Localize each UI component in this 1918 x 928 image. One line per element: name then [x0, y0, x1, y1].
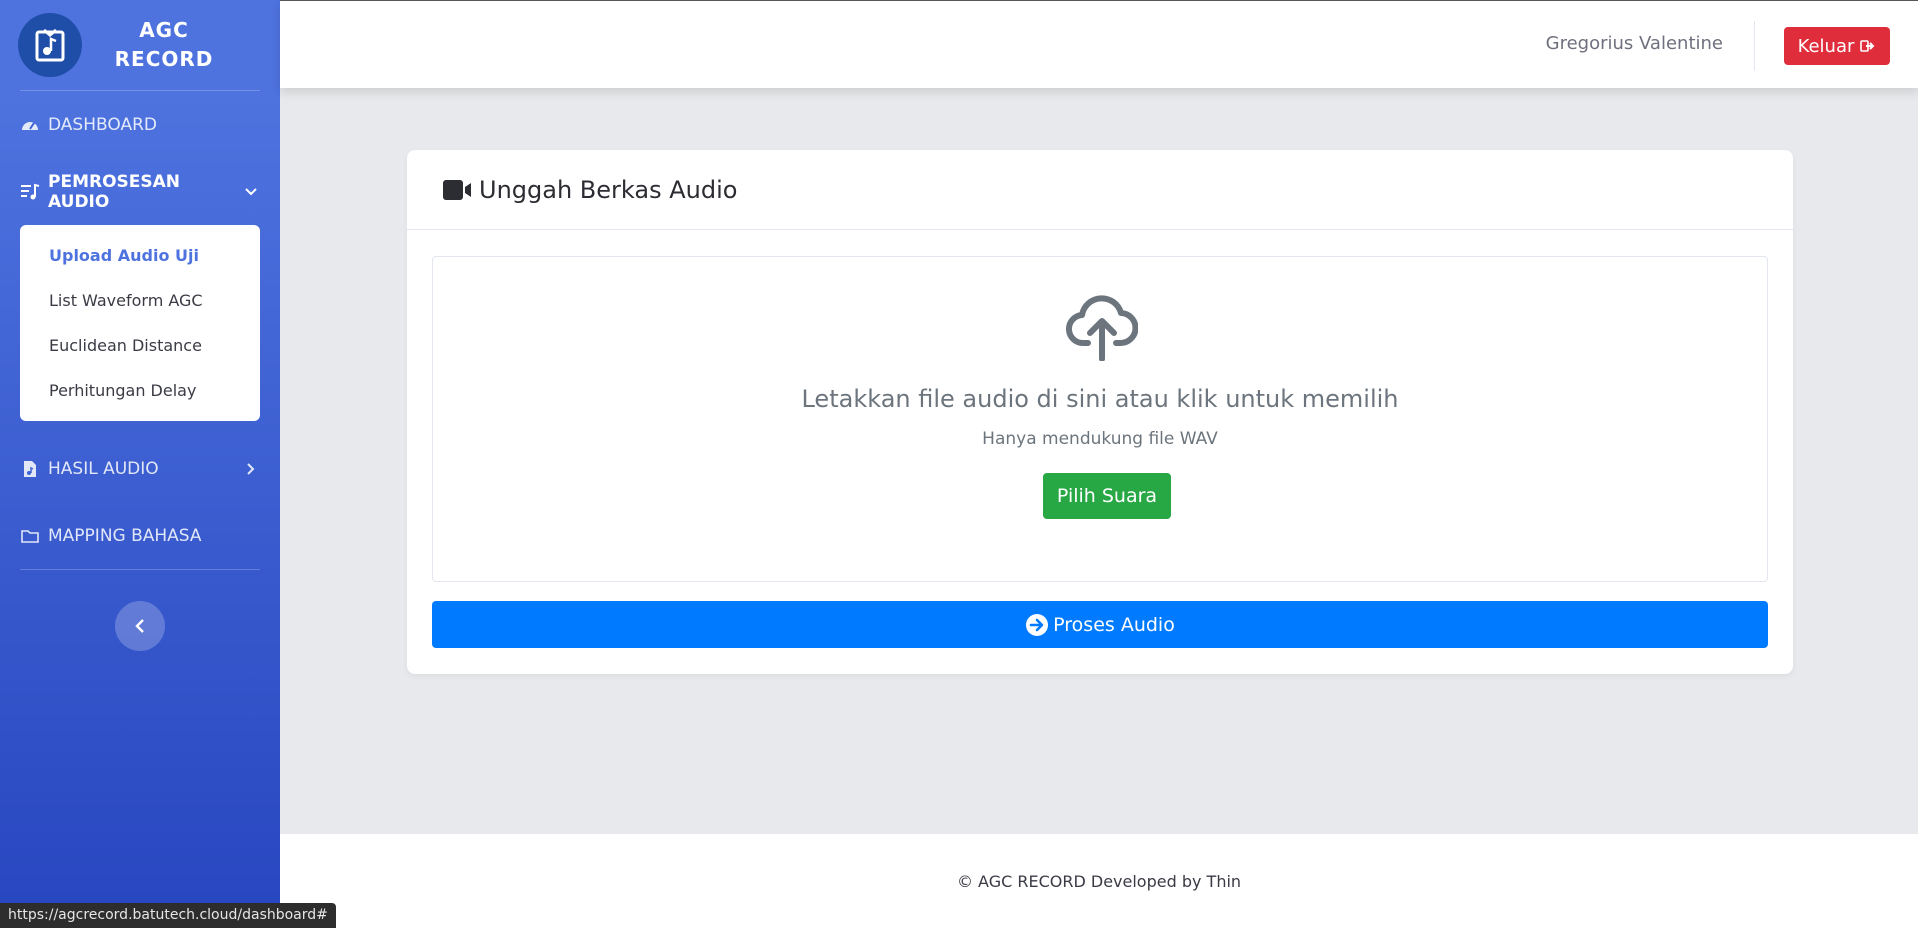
submenu-item-upload-audio-uji[interactable]: Upload Audio Uji: [20, 233, 260, 278]
dropzone-title: Letakkan file audio di sini atau klik un…: [801, 385, 1399, 413]
topbar-divider: [1754, 21, 1755, 71]
card-title: Unggah Berkas Audio: [479, 175, 738, 204]
brand-name: AGC RECORD: [104, 16, 224, 74]
submenu-item-list-waveform-agc[interactable]: List Waveform AGC: [20, 278, 260, 323]
music-list-icon: [20, 182, 40, 202]
sidebar-item-label: HASIL AUDIO: [48, 458, 159, 479]
brand-line2: RECORD: [114, 47, 214, 71]
sidebar: AGC RECORD DASHBOARD PEMROSESAN AUDIO Up…: [0, 0, 280, 928]
process-audio-button[interactable]: Proses Audio: [432, 601, 1768, 648]
submenu-item-perhitungan-delay[interactable]: Perhitungan Delay: [20, 368, 260, 413]
sign-out-icon: [1860, 40, 1875, 52]
music-file-icon: [18, 13, 82, 77]
process-audio-label: Proses Audio: [1053, 613, 1175, 636]
card-header: Unggah Berkas Audio: [407, 150, 1793, 230]
upload-card: Unggah Berkas Audio Letakkan file audio …: [407, 150, 1793, 674]
audio-file-icon: [20, 459, 40, 479]
footer-copyright: © AGC RECORD Developed by Thin: [956, 872, 1242, 891]
tachometer-icon: [20, 115, 40, 135]
user-name[interactable]: Gregorius Valentine: [1546, 33, 1723, 54]
sidebar-item-mapping-bahasa[interactable]: MAPPING BAHASA: [0, 502, 280, 569]
sidebar-item-pemrosesan-audio[interactable]: PEMROSESAN AUDIO: [0, 158, 280, 225]
arrow-circle-right-icon: [1026, 613, 1049, 636]
sidebar-item-label: DASHBOARD: [48, 114, 157, 135]
audio-dropzone[interactable]: Letakkan file audio di sini atau klik un…: [432, 256, 1768, 582]
chevron-down-icon: [244, 185, 258, 199]
cloud-upload-icon: [1066, 295, 1138, 361]
choose-audio-button[interactable]: Pilih Suara: [1043, 473, 1171, 519]
brand-line1: AGC: [139, 18, 189, 42]
sidebar-divider: [20, 569, 260, 570]
dropzone-subtitle: Hanya mendukung file WAV: [982, 429, 1218, 449]
folder-icon: [20, 526, 40, 546]
sidebar-item-label: MAPPING BAHASA: [48, 525, 202, 546]
brand[interactable]: AGC RECORD: [0, 0, 280, 90]
logout-label: Keluar: [1797, 35, 1855, 57]
sidebar-item-hasil-audio[interactable]: HASIL AUDIO: [0, 435, 280, 502]
footer: © AGC RECORD Developed by Thin: [280, 834, 1918, 928]
sidebar-item-label: PEMROSESAN AUDIO: [48, 171, 181, 212]
submenu-panel: Upload Audio Uji List Waveform AGC Eucli…: [20, 225, 260, 421]
chevron-right-icon: [244, 462, 258, 476]
submenu-item-euclidean-distance[interactable]: Euclidean Distance: [20, 323, 260, 368]
logout-button[interactable]: Keluar: [1784, 27, 1890, 65]
browser-status-url: https://agcrecord.batutech.cloud/dashboa…: [0, 903, 336, 928]
video-icon: [441, 177, 479, 203]
chevron-left-icon: [135, 619, 144, 633]
sidebar-item-dashboard[interactable]: DASHBOARD: [0, 91, 280, 158]
sidebar-toggle-button[interactable]: [115, 601, 165, 651]
topbar: Gregorius Valentine Keluar: [280, 0, 1918, 88]
